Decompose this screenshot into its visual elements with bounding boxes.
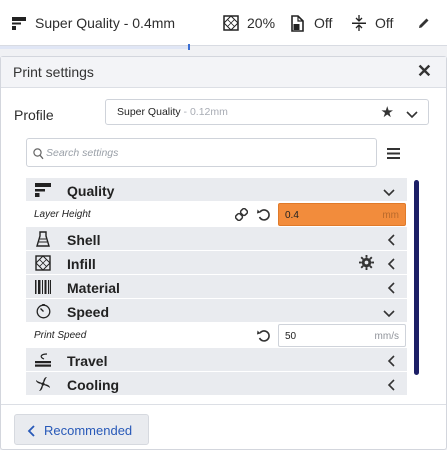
infill-value: 20% bbox=[247, 15, 276, 31]
search-box[interactable] bbox=[26, 138, 377, 167]
layer-height-input[interactable]: 0.4 mm bbox=[278, 203, 406, 226]
profile-name-text: Super Quality bbox=[117, 106, 181, 118]
settings-list: Quality Layer Height 0.4 mm Shell Infill… bbox=[26, 178, 407, 396]
recommended-button[interactable]: Recommended bbox=[14, 414, 149, 445]
viewport-marker bbox=[188, 44, 190, 50]
material-icon bbox=[34, 279, 52, 295]
field-unit: mm/s bbox=[374, 331, 399, 342]
gear-icon[interactable] bbox=[359, 255, 374, 275]
chevron-left-icon bbox=[387, 378, 395, 396]
profile-dropdown[interactable]: Super Quality - 0.12mm ★ bbox=[105, 99, 429, 125]
chevron-down-icon bbox=[383, 305, 395, 323]
category-label: Shell bbox=[67, 232, 101, 248]
reset-icon[interactable] bbox=[257, 208, 270, 226]
quality-icon bbox=[12, 16, 26, 30]
setting-layer-height: Layer Height 0.4 mm bbox=[26, 202, 407, 227]
cooling-icon bbox=[34, 376, 52, 392]
profile-layer-height: - 0.12mm bbox=[180, 106, 228, 118]
category-label: Travel bbox=[67, 353, 108, 369]
support-value: Off bbox=[314, 15, 333, 31]
setting-print-speed: Print Speed 50 mm/s bbox=[26, 323, 407, 348]
top-toolbar: Super Quality - 0.4mm 20% Off Off bbox=[0, 0, 447, 46]
chevron-left-icon bbox=[387, 281, 395, 299]
print-setup-selector[interactable]: Super Quality - 0.4mm bbox=[12, 0, 175, 46]
support-summary[interactable]: Off bbox=[290, 0, 332, 46]
recommended-label: Recommended bbox=[44, 423, 133, 438]
chevron-left-icon bbox=[387, 257, 395, 275]
panel-footer: Recommended bbox=[1, 404, 446, 450]
category-speed[interactable]: Speed bbox=[26, 299, 407, 323]
chevron-down-icon bbox=[406, 106, 418, 124]
setting-label: Layer Height bbox=[34, 209, 91, 220]
category-label: Cooling bbox=[67, 377, 120, 393]
category-infill[interactable]: Infill bbox=[26, 251, 407, 275]
field-value: 50 bbox=[285, 331, 297, 342]
adhesion-icon bbox=[352, 15, 366, 31]
field-value: 0.4 bbox=[285, 210, 299, 221]
category-quality[interactable]: Quality bbox=[26, 178, 407, 202]
category-label: Material bbox=[67, 280, 120, 296]
search-input[interactable] bbox=[44, 143, 364, 163]
category-material[interactable]: Material bbox=[26, 275, 407, 299]
setting-label: Print Speed bbox=[34, 330, 87, 341]
settings-visibility-menu-icon[interactable] bbox=[387, 146, 400, 164]
edit-icon[interactable] bbox=[418, 0, 430, 46]
chevron-down-icon bbox=[383, 184, 395, 202]
quality-icon bbox=[34, 182, 52, 198]
reset-icon[interactable] bbox=[257, 329, 270, 347]
category-travel[interactable]: Travel bbox=[26, 348, 407, 372]
category-label: Speed bbox=[67, 304, 110, 320]
chevron-left-icon bbox=[387, 233, 395, 251]
category-label: Quality bbox=[67, 183, 115, 199]
profile-summary-label: Super Quality - 0.4mm bbox=[35, 15, 176, 31]
speed-icon bbox=[34, 303, 52, 319]
search-icon bbox=[33, 147, 44, 165]
profile-label: Profile bbox=[14, 107, 54, 123]
category-label: Infill bbox=[67, 256, 96, 272]
infill-icon bbox=[34, 255, 52, 271]
panel-title: Print settings bbox=[13, 64, 94, 80]
chevron-left-icon bbox=[387, 354, 395, 372]
travel-icon bbox=[34, 352, 52, 368]
category-cooling[interactable]: Cooling bbox=[26, 372, 407, 396]
shell-icon bbox=[34, 231, 52, 247]
field-unit: mm bbox=[382, 210, 399, 221]
link-icon[interactable] bbox=[234, 207, 249, 226]
settings-scrollbar[interactable] bbox=[414, 180, 419, 375]
chevron-left-icon bbox=[27, 424, 35, 442]
adhesion-summary[interactable]: Off bbox=[352, 0, 393, 46]
infill-summary[interactable]: 20% bbox=[223, 0, 275, 46]
category-shell[interactable]: Shell bbox=[26, 227, 407, 251]
close-icon[interactable]: ✕ bbox=[417, 61, 432, 82]
star-icon[interactable]: ★ bbox=[381, 103, 394, 121]
print-settings-panel: Print settings ✕ Profile Super Quality -… bbox=[0, 56, 447, 450]
panel-header: Print settings ✕ bbox=[1, 57, 446, 88]
viewport-strip bbox=[0, 46, 190, 49]
adhesion-value: Off bbox=[375, 15, 394, 31]
infill-icon bbox=[223, 15, 239, 31]
profile-name: Super Quality - 0.12mm bbox=[117, 106, 228, 118]
print-speed-input[interactable]: 50 mm/s bbox=[278, 324, 406, 347]
support-icon bbox=[290, 14, 305, 32]
